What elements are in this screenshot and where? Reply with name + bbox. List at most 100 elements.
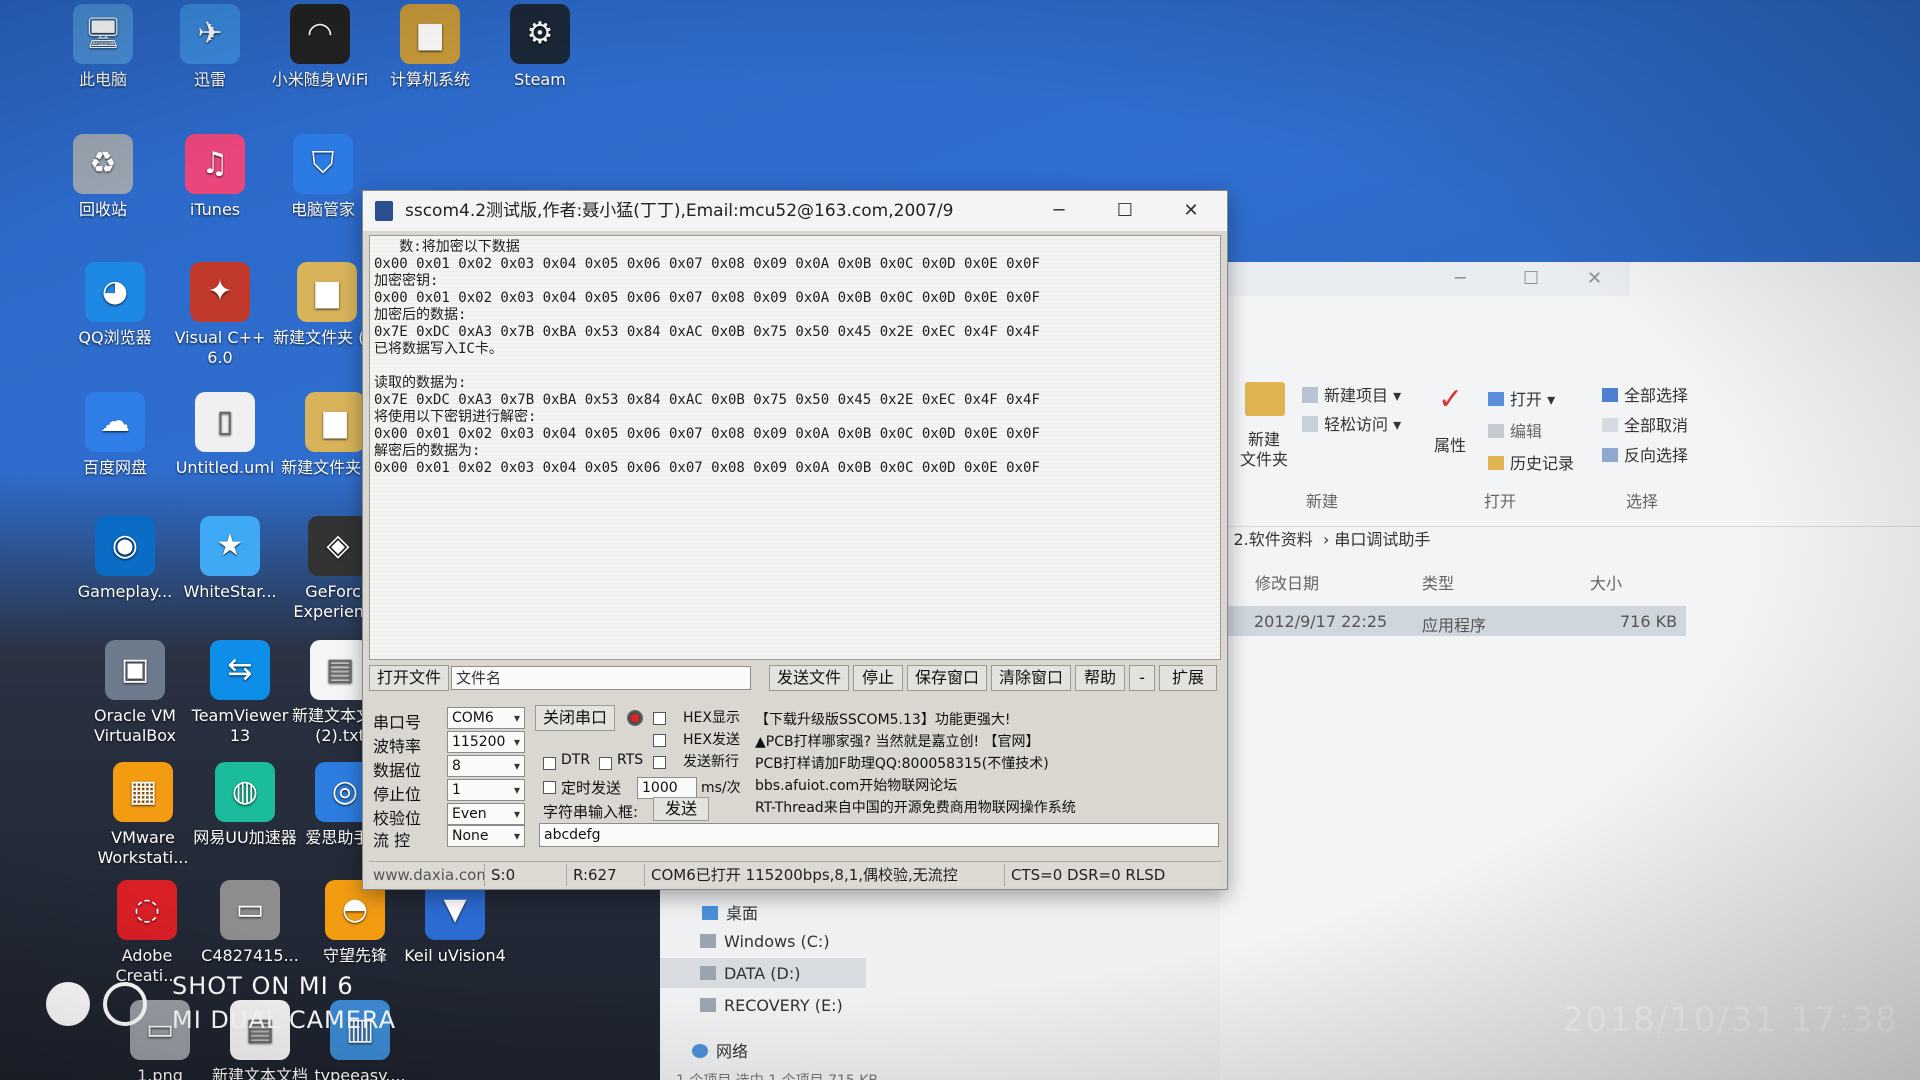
help-button[interactable]: 帮助 bbox=[1075, 665, 1125, 691]
desktop-icon-item[interactable]: ⇆ TeamViewer 13 bbox=[185, 640, 295, 746]
breadcrumb-item-serial-tool[interactable]: 串口调试助手 bbox=[1334, 530, 1430, 549]
desktop-icon-item[interactable]: ▼ Keil uVision4 bbox=[400, 880, 510, 966]
desktop-icon-item[interactable]: ▯ Untitled.uml bbox=[170, 392, 280, 478]
select-all-button[interactable]: 全部选择 bbox=[1602, 382, 1688, 406]
nav-item-data-d[interactable]: DATA (D:) bbox=[700, 964, 801, 983]
desktop-icon-item[interactable]: ◓ 守望先锋 bbox=[300, 880, 410, 966]
desktop-icon-item[interactable]: ▆ 计算机系统 bbox=[375, 4, 485, 90]
minimize-icon[interactable]: ─ bbox=[1027, 191, 1091, 231]
properties-button[interactable]: 属性 bbox=[1434, 432, 1466, 456]
desktop-icon-label: 小米随身WiFi bbox=[271, 70, 369, 89]
receive-line: 0x00 0x01 0x02 0x03 0x04 0x05 0x06 0x07 … bbox=[374, 290, 1040, 306]
baud-select[interactable]: 115200 bbox=[447, 731, 525, 753]
open-file-button[interactable]: 打开文件 bbox=[369, 665, 449, 691]
desktop-icon-item[interactable]: ✈ 迅雷 bbox=[155, 4, 265, 90]
send-newline-checkbox[interactable] bbox=[653, 756, 666, 769]
dtr-checkbox[interactable] bbox=[543, 757, 556, 770]
desktop-icon-label: 1.png bbox=[137, 1066, 183, 1080]
desktop-icon-item[interactable]: ⚙ Steam bbox=[485, 4, 595, 90]
breadcrumb-item-software[interactable]: 2.软件资料 bbox=[1233, 530, 1312, 549]
desktop-icon-item[interactable]: ♫ iTunes bbox=[160, 134, 270, 220]
desktop-icon-item[interactable]: ✦ Visual C++ 6.0 bbox=[165, 262, 275, 368]
desktop-icon-item[interactable]: ◍ 网易UU加速器 bbox=[190, 762, 300, 848]
desktop-icon-item[interactable]: 🖥 此电脑 bbox=[48, 4, 158, 90]
clear-window-button[interactable]: 清除窗口 bbox=[991, 665, 1071, 691]
desktop-icon-item[interactable]: ▣ Oracle VM VirtualBox bbox=[80, 640, 190, 746]
send-button[interactable]: 发送 bbox=[653, 797, 709, 821]
parity-select[interactable]: Even bbox=[447, 803, 525, 825]
receive-line: 0x7E 0xDC 0xA3 0x7B 0xBA 0x53 0x84 0xAC … bbox=[374, 392, 1040, 408]
stop-button[interactable]: 停止 bbox=[853, 665, 903, 691]
open-button[interactable]: 打开 ▾ bbox=[1488, 386, 1555, 410]
new-folder-icon[interactable] bbox=[1245, 382, 1285, 416]
new-item-button[interactable]: 新建项目 ▾ bbox=[1302, 382, 1401, 406]
desktop-icon-item[interactable]: ◠ 小米随身WiFi bbox=[265, 4, 375, 90]
nav-item-recovery-e[interactable]: RECOVERY (E:) bbox=[700, 996, 843, 1015]
sscom-window[interactable]: sscom4.2测试版,作者:聂小猛(丁丁),Email:mcu52@163.c… bbox=[362, 190, 1228, 890]
explorer-titlebar[interactable]: ─ ☐ ✕ bbox=[1215, 262, 1630, 296]
info-link-rtthread[interactable]: RT-Thread来自中国的开源免费商用物联网操作系统 bbox=[755, 797, 1076, 817]
databits-select[interactable]: 8 bbox=[447, 755, 525, 777]
vmware-icon: ▦ bbox=[113, 762, 173, 822]
ribbon-group-new: 新建 bbox=[1306, 492, 1339, 511]
invert-selection-button[interactable]: 反向选择 bbox=[1602, 442, 1688, 466]
desktop-icon-item[interactable]: ◉ Gameplay... bbox=[70, 516, 180, 602]
collapse-button[interactable]: - bbox=[1129, 665, 1155, 691]
send-file-button[interactable]: 发送文件 bbox=[769, 665, 849, 691]
timed-send-checkbox[interactable] bbox=[543, 781, 556, 794]
desktop-icon-item[interactable]: ◕ QQ浏览器 bbox=[60, 262, 170, 348]
status-site[interactable]: www.daxia.com bbox=[369, 864, 485, 886]
column-header-date[interactable]: 修改日期 bbox=[1255, 570, 1319, 594]
breadcrumb[interactable]: › 2.软件资料 › 串口调试助手 bbox=[1222, 526, 1430, 550]
explorer-maximize-icon[interactable]: ☐ bbox=[1523, 268, 1539, 289]
interval-input[interactable]: 1000 bbox=[637, 777, 697, 799]
network-icon bbox=[692, 1044, 708, 1058]
history-button[interactable]: 历史记录 bbox=[1488, 450, 1574, 474]
desktop-icon-item[interactable]: ☁ 百度网盘 bbox=[60, 392, 170, 478]
rts-checkbox[interactable] bbox=[599, 757, 612, 770]
sscom-titlebar[interactable]: sscom4.2测试版,作者:聂小猛(丁丁),Email:mcu52@163.c… bbox=[363, 191, 1227, 231]
select-none-button[interactable]: 全部取消 bbox=[1602, 412, 1688, 436]
nav-item-network[interactable]: 网络 bbox=[692, 1038, 748, 1062]
flow-control-select[interactable]: None bbox=[447, 825, 525, 847]
new-folder-button[interactable]: 新建 文件夹 bbox=[1240, 430, 1288, 470]
filename-input[interactable]: 文件名 bbox=[451, 666, 751, 690]
properties-icon[interactable]: ✓ bbox=[1438, 384, 1468, 416]
explorer-minimize-icon[interactable]: ─ bbox=[1455, 268, 1466, 289]
maximize-icon[interactable]: ☐ bbox=[1093, 191, 1157, 231]
close-icon[interactable]: ✕ bbox=[1159, 191, 1223, 231]
receive-area[interactable]: 数:将加密以下数据 0x00 0x01 0x02 0x03 0x04 0x05 0… bbox=[369, 235, 1221, 660]
hex-send-checkbox[interactable] bbox=[653, 734, 666, 747]
easy-access-button[interactable]: 轻松访问 ▾ bbox=[1302, 411, 1401, 435]
explorer-close-icon[interactable]: ✕ bbox=[1587, 268, 1602, 289]
close-port-button[interactable]: 关闭串口 bbox=[535, 705, 615, 731]
column-header-size[interactable]: 大小 bbox=[1590, 570, 1622, 594]
info-link-sscom5[interactable]: 【下载升级版SSCOM5.13】功能更强大! bbox=[755, 709, 1010, 729]
timed-send-label: 定时发送 bbox=[561, 779, 622, 797]
receive-line: 加密后的数据: bbox=[374, 307, 467, 323]
desktop-icon-item[interactable]: ◌ Adobe Creati... bbox=[92, 880, 202, 986]
hex-display-checkbox[interactable] bbox=[653, 712, 666, 725]
nav-item-windows-c[interactable]: Windows (C:) bbox=[700, 932, 830, 951]
desktop-icon-item[interactable]: ▭ C4827415... bbox=[195, 880, 305, 966]
desktop-icon-label: QQ浏览器 bbox=[78, 328, 152, 347]
desktop-icon-item[interactable]: ♻ 回收站 bbox=[48, 134, 158, 220]
send-text-input[interactable]: abcdefg bbox=[539, 823, 1219, 847]
desktop-icon-label: 迅雷 bbox=[193, 70, 226, 89]
desktop-icon-item[interactable]: ★ WhiteStar... bbox=[175, 516, 285, 602]
stopbits-select[interactable]: 1 bbox=[447, 779, 525, 801]
desktop-icon-label: 网易UU加速器 bbox=[193, 828, 297, 847]
info-link-pcb[interactable]: ▲PCB打样哪家强? 当然就是嘉立创! 【官网】 bbox=[755, 731, 1040, 751]
column-header-type[interactable]: 类型 bbox=[1422, 570, 1454, 594]
folder-icon: ▆ bbox=[305, 392, 365, 452]
port-select[interactable]: COM6 bbox=[447, 707, 525, 729]
edit-button[interactable]: 编辑 bbox=[1488, 418, 1542, 442]
desktop-icon-label: Keil uVision4 bbox=[404, 946, 506, 965]
steam-icon: ⚙ bbox=[510, 4, 570, 64]
save-window-button[interactable]: 保存窗口 bbox=[907, 665, 987, 691]
computer-icon: 🖥 bbox=[73, 4, 133, 64]
desktop-icon-item[interactable]: ▦ VMware Workstati... bbox=[88, 762, 198, 868]
nav-item-desktop[interactable]: 桌面 bbox=[702, 900, 758, 924]
expand-button[interactable]: 扩展 bbox=[1159, 665, 1217, 691]
info-link-bbs[interactable]: bbs.afuiot.com开始物联网论坛 bbox=[755, 775, 957, 795]
